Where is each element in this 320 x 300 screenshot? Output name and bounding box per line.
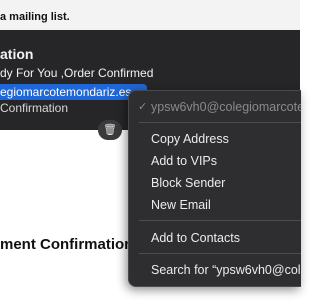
menu-separator: [139, 220, 301, 221]
menu-item-new-email[interactable]: New Email: [129, 195, 301, 215]
trash-icon: 🗑: [103, 124, 117, 136]
banner-text: a mailing list.: [0, 11, 70, 23]
message-subject: dy For You ,Order Confirmed: [0, 66, 154, 80]
menu-item-add-to-contacts[interactable]: Add to Contacts: [129, 228, 301, 248]
checkmark-icon: ✓: [138, 101, 148, 113]
menu-item-search-for-sender[interactable]: Search for “ypsw6vh0@colegiomarcotemonda…: [129, 260, 301, 280]
mailing-list-banner: a mailing list.: [0, 0, 300, 30]
menu-item-add-to-vips[interactable]: Add to VIPs: [129, 151, 301, 171]
sender-address: egiomarcotemondariz.es: [0, 85, 132, 99]
menu-item-selected-address: ✓ ypsw6vh0@colegiomarcotemondariz.es: [129, 97, 301, 117]
sender-address-chip[interactable]: egiomarcotemondariz.es⌄: [0, 84, 147, 100]
header-title: ation: [0, 46, 34, 62]
email-body-title: ment Confirmation: [0, 236, 134, 253]
menu-item-copy-address[interactable]: Copy Address: [129, 129, 301, 149]
menu-separator: [139, 253, 301, 254]
menu-item-block-sender[interactable]: Block Sender: [129, 173, 301, 193]
trash-button[interactable]: 🗑: [98, 120, 122, 140]
recipient-line: Confirmation: [0, 101, 69, 115]
sender-context-menu: ✓ ypsw6vh0@colegiomarcotemondariz.es Cop…: [128, 90, 301, 287]
menu-separator: [139, 122, 301, 123]
